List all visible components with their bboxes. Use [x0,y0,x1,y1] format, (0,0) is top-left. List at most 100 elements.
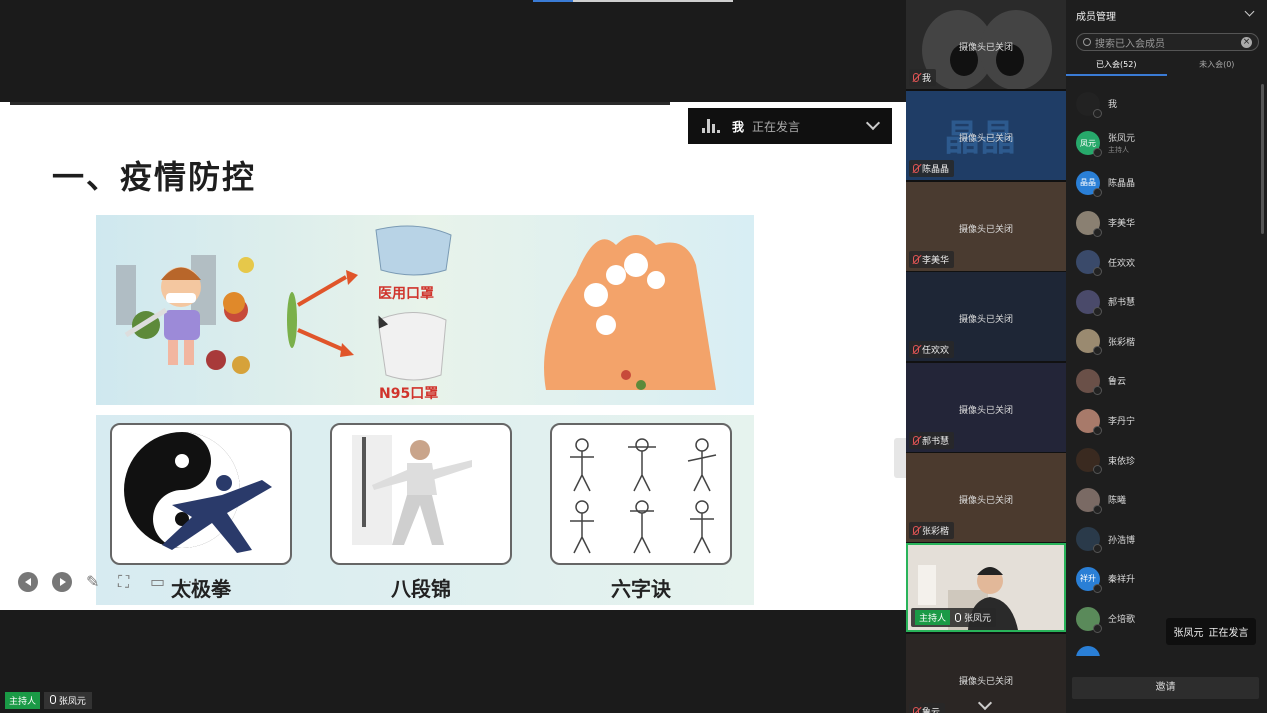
baduanjin-panel [330,423,512,565]
mic-muted-icon [913,345,919,354]
member-name: 束依珍 [1108,456,1136,467]
avatar: 祥升 [1076,566,1102,593]
member-name: 郝书慧 [1108,298,1136,309]
member-list-item[interactable]: 任欢欢 [1066,242,1261,282]
member-list-item[interactable]: 李丹宁 [1066,401,1261,441]
mic-muted-icon [913,526,919,535]
video-tile[interactable]: 摄像头已关闭 郝书慧 [906,363,1066,452]
member-list-item[interactable]: 张彩楷 [1066,322,1261,362]
slide-title: 一、疫情防控 [52,158,257,196]
mic-status-icon [1093,346,1102,356]
chat-icon[interactable]: ▭ [150,574,168,590]
mic-status-icon [1093,425,1102,435]
mic-status-icon [1093,465,1102,475]
member-name: 鲁云 [1108,377,1127,388]
slide-illustration-masks-handwash: 医用口罩 N95口罩 [96,215,754,405]
collapse-panel-handle[interactable] [894,438,906,478]
camera-off-text: 摄像头已关闭 [958,225,1013,235]
member-tabs: 已入会(52) 未入会(0) [1066,56,1267,76]
avatar [1076,210,1102,237]
video-tile[interactable]: 摄像头已关闭 我 [906,0,1066,89]
search-icon [1083,38,1091,46]
pen-icon[interactable]: ✎ [86,574,104,590]
member-role: 主持人 [1108,146,1129,155]
mic-status-icon [1093,623,1102,633]
exercise-label-2: 八段锦 [391,577,451,601]
member-name: 我 [1108,100,1118,111]
member-name: 张凤元 [1108,134,1136,145]
member-list-item[interactable]: 我 [1066,84,1261,124]
video-tile-active-speaker[interactable]: 主持人 张凤元 [906,543,1066,632]
toast-name: 张凤元 [1173,628,1204,639]
avatar [1076,91,1102,118]
member-list-item[interactable]: 祥升 秦祥升 [1066,559,1261,599]
mic-muted-icon [913,436,919,445]
member-list-item[interactable]: 凤元 张凤元 主持人 [1066,124,1261,164]
avatar: 凤元 [1076,131,1102,158]
member-list-item[interactable]: 晶晶 陈晶晶 [1066,163,1261,203]
member-list: 我凤元 张凤元 主持人 晶晶 陈晶晶 李美华 任欢欢 郝书慧 张彩楷 鲁云 李丹宁 束依珍 陈曦 孙浩博祥… [1066,84,1261,656]
avatar [1076,329,1102,356]
member-list-item[interactable]: 郝书慧 [1066,282,1261,322]
mic-status-icon [1093,583,1102,593]
more-icon[interactable]: ⋯ [182,574,200,590]
member-name: 仝培歌 [1108,615,1136,626]
masks-handwash-illustration [116,225,716,390]
video-tile[interactable]: 摄像头已关闭 张彩楷 [906,453,1066,542]
audio-level-icon [702,119,720,133]
tile-name-label: 我 [909,69,937,86]
previous-slide-icon[interactable] [18,572,38,592]
mic-muted-icon [913,73,919,82]
camera-off-text: 摄像头已关闭 [958,677,1013,687]
member-list-item[interactable]: 陈曦 [1066,480,1261,520]
chevron-down-icon[interactable] [865,115,881,131]
tile-name-label: 任欢欢 [909,341,955,358]
avatar [1076,250,1102,277]
member-name: 陈晶晶 [1108,179,1136,190]
speaking-state: 正在发言 [752,119,801,134]
taiji-panel [110,423,292,565]
video-tile[interactable]: 晶晶 摄像头已关闭 陈晶晶 [906,91,1066,180]
tile-name-label: 陈晶晶 [909,160,955,177]
member-search-input[interactable]: 搜索已入会成员 × [1076,33,1259,51]
screenshot-icon[interactable]: ⛶ [118,574,136,590]
chevron-down-icon[interactable] [1244,6,1255,17]
slide-top-divider [10,102,670,105]
slide-controls: ✎ ⛶ ▭ ⋯ [18,572,200,592]
baduanjin-illustration [352,435,472,545]
member-name: 张彩楷 [1108,337,1136,348]
tile-name-label: 郝书慧 [909,432,955,449]
avatar [1076,408,1102,435]
tab-joined[interactable]: 已入会(52) [1066,56,1167,76]
speaking-name: 我 [732,119,745,134]
camera-off-text: 摄像头已关闭 [958,134,1013,144]
exercise-label-3: 六字诀 [611,577,671,601]
mic-status-icon [1093,148,1102,158]
host-name: 张凤元 [44,692,92,709]
mic-icon [50,695,57,704]
clear-icon[interactable]: × [1241,36,1252,48]
video-tile-column: 摄像头已关闭 我 晶晶 摄像头已关闭 陈晶晶 摄像头已关闭 李美华 摄像头已关闭… [906,0,1066,713]
mic-muted-icon [913,164,919,173]
search-placeholder: 搜索已入会成员 [1095,38,1165,50]
shared-screen: 一、疫情防控 我 正在发言 医用口罩 N95口罩 太极拳 八段锦 六字诀 ✎ ⛶… [0,102,906,610]
mic-muted-icon [913,255,919,264]
next-slide-icon[interactable] [52,572,72,592]
tab-not-joined[interactable]: 未入会(0) [1167,56,1267,76]
member-list-item[interactable]: 束依珍 [1066,440,1261,480]
speaking-indicator[interactable]: 我 正在发言 [688,108,892,144]
tile-name-label: 张彩楷 [909,522,955,539]
member-list-item[interactable]: 李美华 [1066,203,1261,243]
video-tile[interactable]: 摄像头已关闭 任欢欢 [906,272,1066,361]
member-name: 陈曦 [1108,496,1127,507]
mic-status-icon [1093,267,1102,277]
avatar [1076,368,1102,395]
mic-status-icon [1093,544,1102,554]
member-list-scrollbar[interactable] [1261,84,1264,234]
invite-button[interactable]: 邀请 [1072,677,1259,699]
camera-off-text: 摄像头已关闭 [958,496,1013,506]
member-list-item[interactable]: 鲁云 [1066,361,1261,401]
member-list-item[interactable]: 孙浩博 [1066,520,1261,560]
video-tile[interactable]: 摄像头已关闭 李美华 [906,182,1066,271]
avatar [1076,487,1102,514]
